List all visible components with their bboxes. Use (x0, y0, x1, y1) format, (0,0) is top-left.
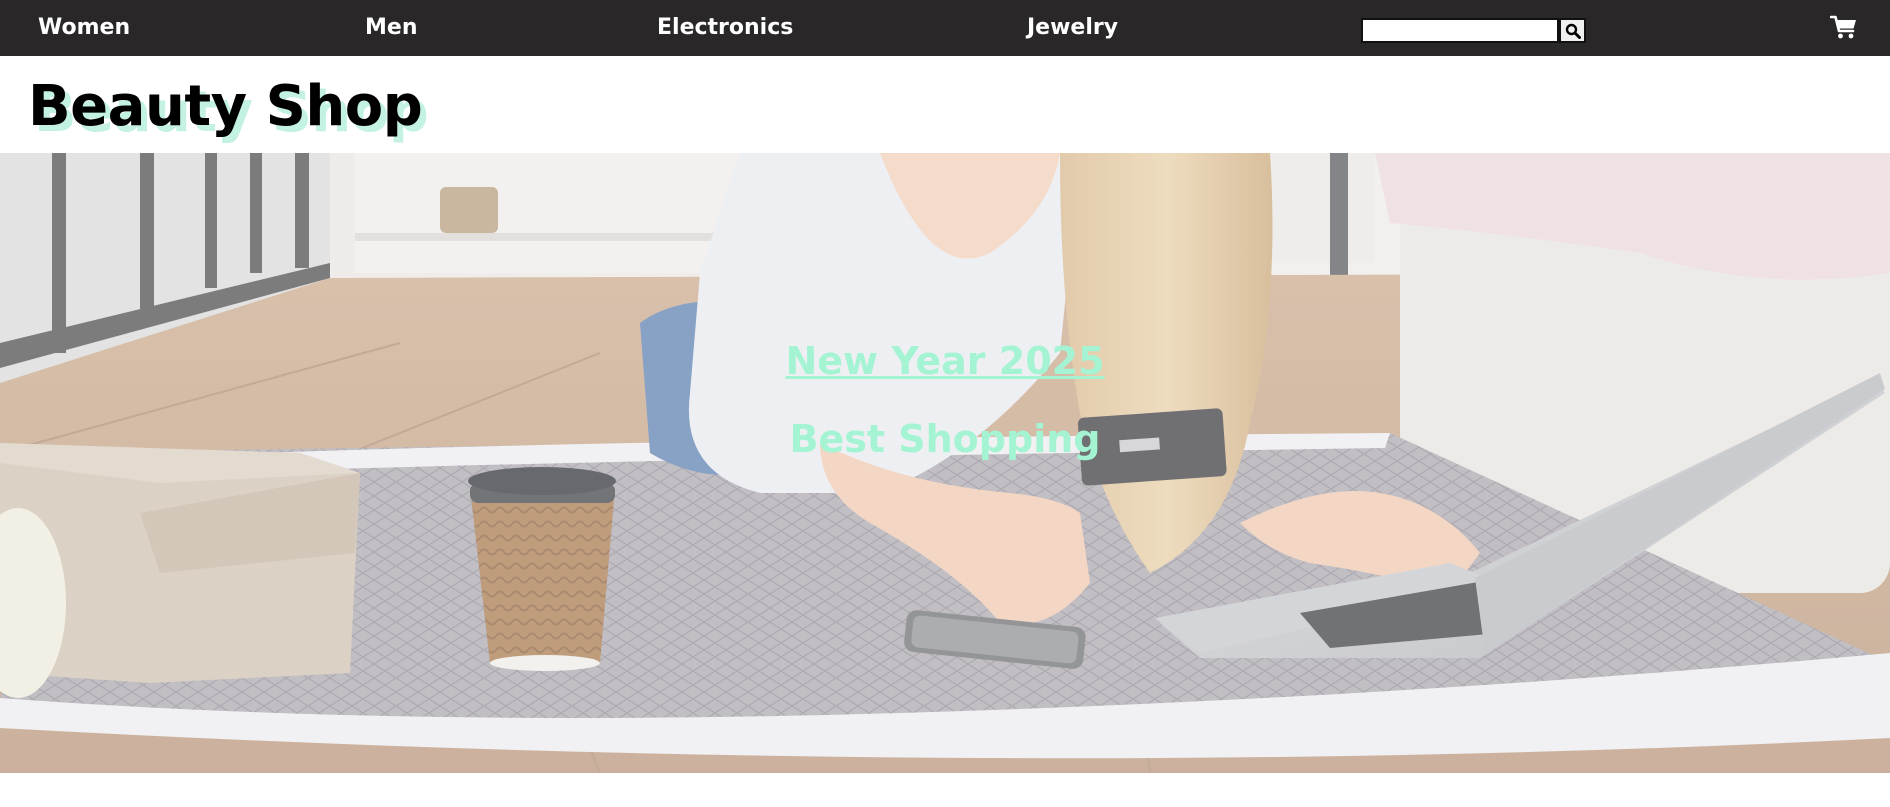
nav-link-women[interactable]: Women (38, 15, 130, 41)
search-form (1361, 18, 1586, 43)
site-logo[interactable]: Beauty Shop (28, 74, 423, 140)
hero-banner: New Year 2025 Best Shopping (0, 153, 1890, 773)
nav-link-men[interactable]: Men (365, 15, 417, 41)
nav-link-jewelry[interactable]: Jewelry (1027, 15, 1118, 41)
header: Beauty Shop (0, 56, 1890, 153)
shopping-cart-icon (1829, 15, 1856, 39)
hero-image (0, 153, 1890, 773)
hero-title-link[interactable]: New Year 2025 (0, 338, 1890, 384)
nav-link-electronics[interactable]: Electronics (657, 15, 793, 41)
cart-button[interactable] (1829, 14, 1858, 40)
top-navigation: Women Men Electronics Jewelry (0, 0, 1890, 56)
search-button[interactable] (1559, 18, 1586, 43)
search-input[interactable] (1361, 18, 1559, 43)
search-icon (1565, 23, 1581, 39)
hero-subtitle: Best Shopping (789, 417, 1101, 461)
